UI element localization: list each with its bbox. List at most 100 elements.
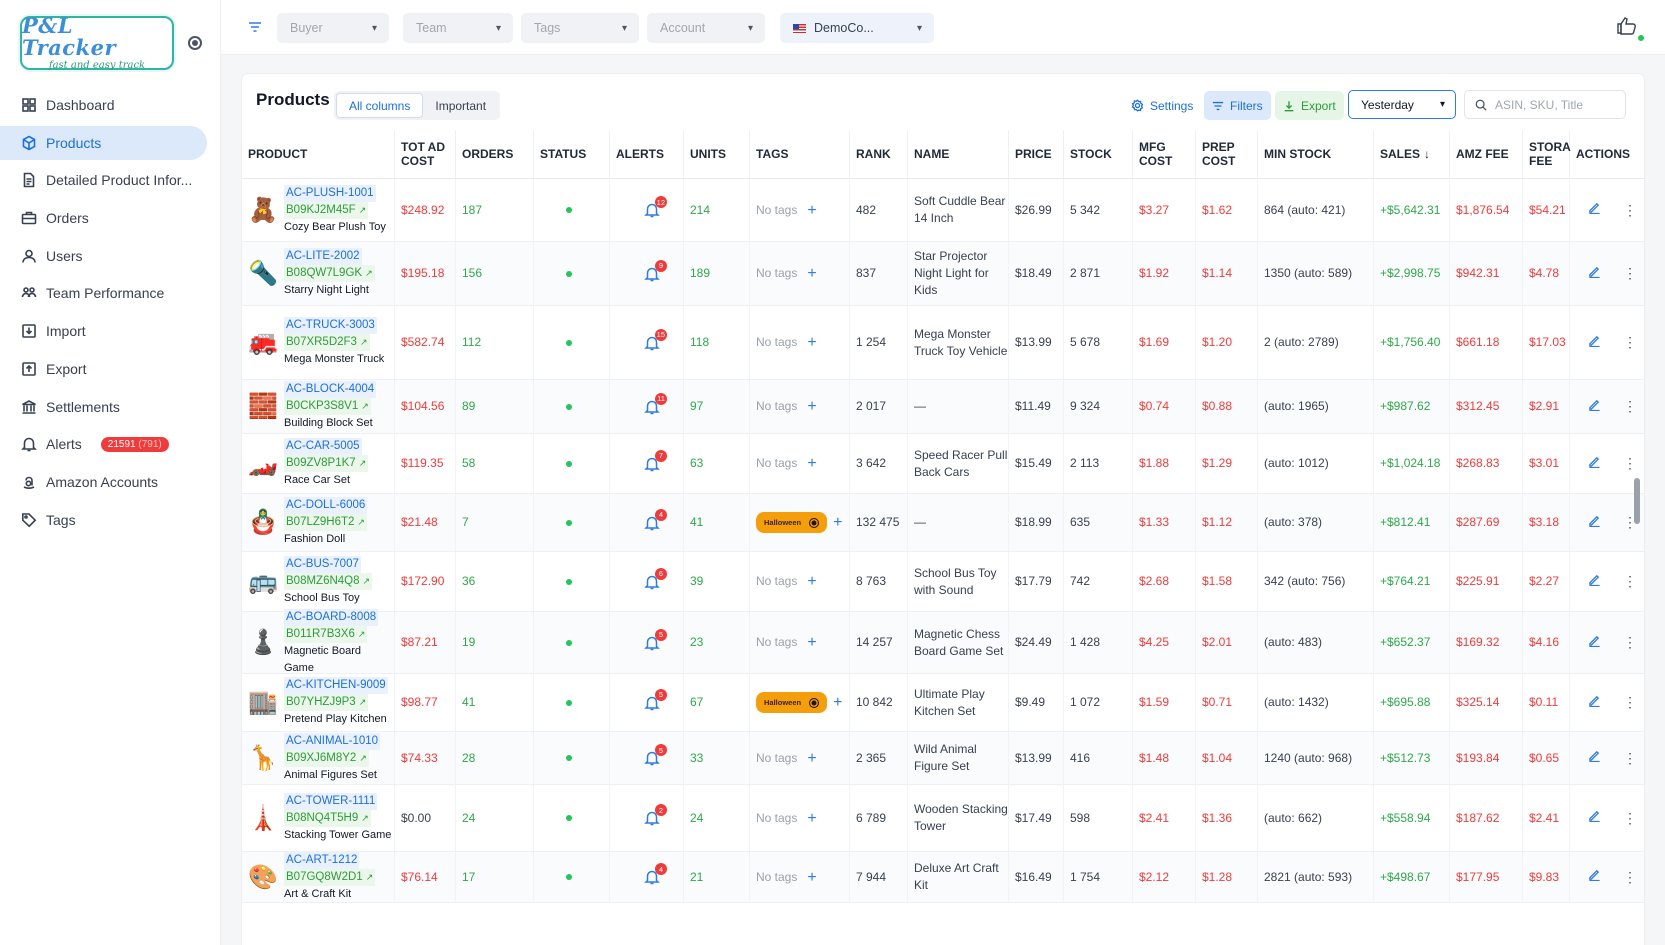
search-input[interactable]: ASIN, SKU, Title bbox=[1464, 90, 1626, 119]
product-image[interactable]: 🗼 bbox=[248, 800, 278, 836]
add-tag-icon[interactable]: + bbox=[807, 573, 816, 590]
product-image[interactable]: 🚌 bbox=[248, 564, 278, 600]
product-asin-link[interactable]: B09KJ2M45F ↗ bbox=[284, 201, 369, 219]
alert-bell-icon[interactable]: 4 bbox=[644, 508, 667, 531]
tab-all-columns[interactable]: All columns bbox=[336, 93, 424, 118]
product-image[interactable]: 🦒 bbox=[248, 740, 278, 776]
table-row[interactable]: ♟️ AC-BOARD-8008 B011R7B3X6 ↗ Magnetic Bo… bbox=[242, 608, 1644, 674]
settings-button[interactable]: Settings bbox=[1123, 91, 1201, 120]
team-select[interactable]: Team ▾ bbox=[403, 13, 513, 43]
column-header-tags[interactable]: TAGS bbox=[750, 130, 850, 178]
product-asin-link[interactable]: B07LZ9H6T2 ↗ bbox=[284, 514, 367, 531]
product-asin-link[interactable]: B09ZV8P1K7 ↗ bbox=[284, 455, 369, 472]
add-tag-icon[interactable]: + bbox=[807, 265, 816, 282]
column-header-stock[interactable]: STOCK bbox=[1064, 130, 1133, 178]
product-asin-link[interactable]: B08NQ4T5H9 ↗ bbox=[284, 809, 371, 827]
product-image[interactable]: 🧸 bbox=[248, 192, 278, 228]
column-header-sales[interactable]: SALES ↓ bbox=[1374, 130, 1450, 178]
column-header-prep-cost[interactable]: PREP COST bbox=[1196, 130, 1258, 178]
edit-icon[interactable] bbox=[1588, 201, 1601, 219]
table-row[interactable]: 🏬 AC-KITCHEN-9009 B07YHZJ9P3 ↗ Pretend Pl… bbox=[242, 674, 1644, 732]
marketplace-select[interactable]: DemoCo... ▾ bbox=[780, 13, 934, 43]
sidebar-item-amazon-accounts[interactable]: Amazon Accounts bbox=[0, 465, 207, 499]
product-sku-link[interactable]: AC-TRUCK-3003 bbox=[284, 317, 377, 334]
column-header-status[interactable]: STATUS bbox=[534, 130, 610, 178]
alert-bell-icon[interactable]: 5 bbox=[644, 628, 667, 651]
sidebar-item-alerts[interactable]: Alerts 21591 (791) bbox=[0, 427, 207, 461]
product-sku-link[interactable]: AC-LITE-2002 bbox=[284, 248, 362, 265]
edit-icon[interactable] bbox=[1588, 514, 1601, 532]
column-header-min-stock[interactable]: MIN STOCK bbox=[1258, 130, 1374, 178]
more-options-icon[interactable]: ⋮ bbox=[1623, 634, 1637, 651]
sidebar-item-detailed-product-info[interactable]: Detailed Product Infor... bbox=[0, 163, 207, 197]
column-header-orders[interactable]: ORDERS bbox=[456, 130, 534, 178]
sidebar-item-products[interactable]: Products bbox=[0, 125, 207, 160]
column-header-mfg-cost[interactable]: MFG COST bbox=[1133, 130, 1196, 178]
more-options-icon[interactable]: ⋮ bbox=[1623, 573, 1637, 590]
tag-chip[interactable]: Halloween bbox=[756, 512, 828, 533]
alert-bell-icon[interactable]: 9 bbox=[644, 259, 667, 282]
column-header-name[interactable]: NAME bbox=[908, 130, 1009, 178]
more-options-icon[interactable]: ⋮ bbox=[1623, 265, 1637, 282]
edit-icon[interactable] bbox=[1588, 809, 1601, 827]
sidebar-item-dashboard[interactable]: Dashboard bbox=[0, 88, 207, 122]
sidebar-item-export[interactable]: Export bbox=[0, 352, 207, 386]
alert-bell-icon[interactable]: 5 bbox=[644, 688, 667, 711]
tags-select[interactable]: Tags ▾ bbox=[521, 13, 639, 43]
table-row[interactable]: 🪆 AC-DOLL-6006 B07LZ9H6T2 ↗ Fashion Doll … bbox=[242, 494, 1644, 552]
more-options-icon[interactable]: ⋮ bbox=[1623, 869, 1637, 886]
more-options-icon[interactable]: ⋮ bbox=[1623, 455, 1637, 472]
add-tag-icon[interactable]: + bbox=[807, 334, 816, 351]
column-header-rank[interactable]: RANK bbox=[850, 130, 908, 178]
more-options-icon[interactable]: ⋮ bbox=[1623, 202, 1637, 219]
product-sku-link[interactable]: AC-KITCHEN-9009 bbox=[284, 677, 388, 694]
column-header-tot-ad-cost[interactable]: TOT AD COST bbox=[395, 130, 456, 178]
add-tag-icon[interactable]: + bbox=[833, 514, 842, 531]
sidebar-item-orders[interactable]: Orders bbox=[0, 201, 207, 235]
edit-icon[interactable] bbox=[1588, 868, 1601, 886]
add-tag-icon[interactable]: + bbox=[807, 634, 816, 651]
more-options-icon[interactable]: ⋮ bbox=[1623, 810, 1637, 827]
product-image[interactable]: 🪆 bbox=[248, 505, 278, 541]
product-sku-link[interactable]: AC-BUS-7007 bbox=[284, 556, 361, 573]
alert-bell-icon[interactable]: 4 bbox=[644, 863, 667, 885]
column-header-product[interactable]: PRODUCT bbox=[242, 130, 395, 178]
product-image[interactable]: 🚒 bbox=[248, 325, 278, 361]
product-image[interactable]: 🧱 bbox=[248, 389, 278, 425]
product-asin-link[interactable]: B011R7B3X6 ↗ bbox=[284, 625, 368, 643]
period-select[interactable]: Yesterday ▾ bbox=[1348, 90, 1456, 119]
add-tag-icon[interactable]: + bbox=[807, 202, 816, 219]
product-asin-link[interactable]: B08MZ6N4Q8 ↗ bbox=[284, 573, 373, 590]
sidebar-item-users[interactable]: Users bbox=[0, 239, 207, 273]
table-row[interactable]: 🗼 AC-TOWER-1111 B08NQ4T5H9 ↗ Stacking Tow… bbox=[242, 785, 1644, 852]
product-asin-link[interactable]: B08QW7L9GK ↗ bbox=[284, 265, 375, 282]
alert-bell-icon[interactable]: 6 bbox=[644, 567, 667, 590]
filter-lines-icon[interactable] bbox=[248, 20, 262, 37]
product-image[interactable]: ♟️ bbox=[248, 625, 278, 661]
product-image[interactable]: 🏬 bbox=[248, 685, 278, 721]
sidebar-collapse-toggle[interactable] bbox=[188, 36, 202, 50]
tag-chip[interactable]: Halloween bbox=[756, 692, 828, 713]
column-header-alerts[interactable]: ALERTS bbox=[610, 130, 684, 178]
user-status-icon[interactable] bbox=[1615, 12, 1645, 42]
product-sku-link[interactable]: AC-ANIMAL-1010 bbox=[284, 732, 381, 750]
filters-button[interactable]: Filters bbox=[1204, 91, 1271, 120]
alert-bell-icon[interactable]: 11 bbox=[644, 392, 667, 415]
more-options-icon[interactable]: ⋮ bbox=[1623, 398, 1637, 415]
product-asin-link[interactable]: B07XR5D2F3 ↗ bbox=[284, 334, 370, 351]
edit-icon[interactable] bbox=[1588, 398, 1601, 416]
alert-bell-icon[interactable]: 12 bbox=[644, 196, 667, 218]
alert-bell-icon[interactable]: 5 bbox=[644, 744, 667, 766]
edit-icon[interactable] bbox=[1588, 749, 1601, 767]
sidebar-item-settlements[interactable]: Settlements bbox=[0, 390, 207, 424]
more-options-icon[interactable]: ⋮ bbox=[1623, 694, 1637, 711]
product-sku-link[interactable]: AC-BOARD-8008 bbox=[284, 608, 379, 626]
product-sku-link[interactable]: AC-PLUSH-1001 bbox=[284, 184, 376, 202]
table-row[interactable]: 🚌 AC-BUS-7007 B08MZ6N4Q8 ↗ School Bus Toy… bbox=[242, 552, 1644, 612]
product-asin-link[interactable]: B07YHZJ9P3 ↗ bbox=[284, 694, 369, 711]
add-tag-icon[interactable]: + bbox=[807, 398, 816, 415]
product-asin-link[interactable]: B07GQ8W2D1 ↗ bbox=[284, 868, 376, 886]
add-tag-icon[interactable]: + bbox=[807, 750, 816, 767]
tab-important[interactable]: Important bbox=[423, 93, 498, 118]
edit-icon[interactable] bbox=[1588, 694, 1601, 712]
